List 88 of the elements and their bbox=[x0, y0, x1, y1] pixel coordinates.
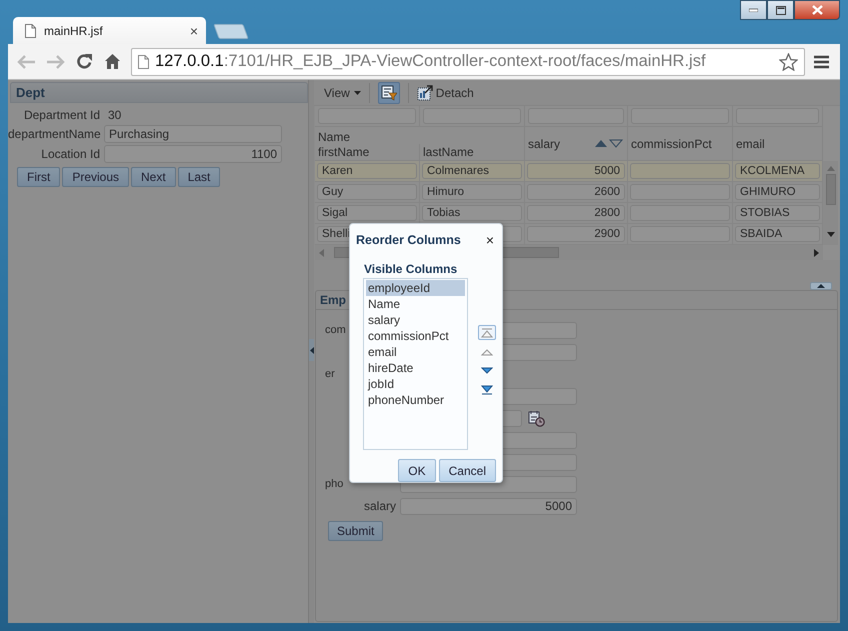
view-menu[interactable]: View bbox=[324, 86, 361, 100]
arrow-up-icon bbox=[817, 284, 825, 288]
nav-button[interactable]: Next bbox=[131, 167, 176, 187]
detach-button[interactable]: Detach bbox=[416, 84, 474, 100]
input-field[interactable]: Purchasing bbox=[104, 125, 282, 143]
list-item[interactable]: Name bbox=[366, 296, 465, 312]
cell-field[interactable]: Tobias bbox=[422, 205, 522, 221]
move-down-icon bbox=[481, 366, 493, 376]
cell-field[interactable]: 2900 bbox=[527, 226, 625, 242]
filter-toggle-button[interactable] bbox=[378, 82, 400, 104]
scroll-right-icon[interactable] bbox=[814, 248, 819, 256]
sort-arrows-icon[interactable] bbox=[594, 139, 624, 148]
nav-button[interactable]: Last bbox=[178, 167, 220, 187]
move-bottom-icon bbox=[481, 384, 493, 394]
star-icon[interactable] bbox=[779, 52, 798, 70]
close-button[interactable] bbox=[794, 0, 840, 20]
splitter-handle[interactable] bbox=[309, 339, 314, 361]
scroll-down-icon[interactable] bbox=[826, 232, 834, 237]
nav-button[interactable]: First bbox=[17, 167, 60, 187]
list-item[interactable]: commissionPct bbox=[366, 328, 465, 344]
field-value: 30 bbox=[107, 106, 122, 123]
cell-field[interactable]: SBAIDA bbox=[735, 226, 820, 242]
page-icon bbox=[138, 54, 149, 68]
panel-title: Emp bbox=[320, 293, 346, 307]
page-icon bbox=[25, 24, 36, 38]
close-icon bbox=[812, 5, 822, 15]
tab-title: mainHR.jsf bbox=[44, 24, 104, 38]
dialog-button[interactable]: OK bbox=[398, 459, 436, 482]
cell-field[interactable] bbox=[630, 163, 730, 179]
submit-button[interactable]: Submit bbox=[328, 521, 384, 541]
cell-field[interactable]: STOBIAS bbox=[735, 205, 820, 221]
field-label: com bbox=[325, 324, 346, 336]
panel-title: Dept bbox=[10, 82, 308, 103]
column-group-header: Name bbox=[315, 127, 525, 144]
dialog-button[interactable]: Cancel bbox=[438, 459, 496, 482]
input-field[interactable]: 5000 bbox=[400, 498, 577, 514]
field-label: Location Id bbox=[40, 147, 100, 161]
caret-icon bbox=[354, 90, 361, 94]
detach-icon bbox=[416, 84, 433, 100]
arrow-left-icon bbox=[310, 346, 314, 354]
tab-close-button[interactable]: × bbox=[190, 24, 198, 38]
input-field[interactable]: 1100 bbox=[104, 145, 282, 163]
maximize-icon bbox=[776, 6, 786, 14]
cell-field[interactable]: Himuro bbox=[422, 184, 522, 200]
new-tab-button[interactable] bbox=[213, 24, 249, 39]
scroll-up-icon[interactable] bbox=[826, 166, 834, 171]
browser-tab[interactable]: mainHR.jsf × bbox=[13, 17, 206, 44]
list-item[interactable]: email bbox=[366, 344, 465, 360]
cell-field[interactable]: 2800 bbox=[527, 205, 625, 221]
address-bar[interactable]: 127.0.0.1:7101/HR_EJB_JPA-ViewController-context-root/faces/mainHR.jsf bbox=[131, 48, 805, 76]
cell-field[interactable]: Guy bbox=[317, 184, 417, 200]
move-top-icon bbox=[481, 328, 493, 338]
list-item[interactable]: salary bbox=[366, 312, 465, 328]
list-item[interactable]: phoneNumber bbox=[366, 392, 465, 408]
cell-field[interactable]: 5000 bbox=[527, 163, 625, 179]
collapse-button[interactable] bbox=[810, 282, 832, 290]
field-label: er bbox=[325, 368, 335, 380]
url-text: 127.0.0.1:7101/HR_EJB_JPA-ViewController-context-root/faces/mainHR.jsf bbox=[155, 52, 707, 71]
list-item[interactable]: hireDate bbox=[366, 360, 465, 376]
list-item[interactable]: employeeId bbox=[366, 280, 465, 296]
calendar-clock-icon[interactable] bbox=[528, 410, 545, 426]
dialog-title: Reorder Columns bbox=[356, 233, 461, 247]
scroll-left-icon[interactable] bbox=[319, 248, 324, 256]
forward-icon[interactable] bbox=[46, 54, 65, 70]
field-label: pho bbox=[325, 478, 344, 490]
menu-icon[interactable] bbox=[814, 54, 829, 68]
list-label: Visible Columns bbox=[364, 262, 458, 278]
scrollbar-thumb[interactable] bbox=[826, 174, 836, 205]
list-item[interactable]: jobId bbox=[366, 376, 465, 392]
filter-icon bbox=[380, 84, 397, 100]
maximize-button[interactable] bbox=[767, 0, 794, 20]
field-label: Department Id bbox=[22, 108, 100, 122]
minimize-button[interactable] bbox=[740, 0, 767, 20]
cell-field[interactable]: GHIMURO bbox=[735, 184, 820, 200]
field-label: salary bbox=[364, 499, 396, 513]
reload-icon[interactable] bbox=[76, 53, 93, 70]
nav-button[interactable]: Previous bbox=[62, 167, 130, 187]
cell-field[interactable]: 2600 bbox=[527, 184, 625, 200]
home-icon[interactable] bbox=[104, 53, 121, 70]
move-up-icon bbox=[481, 346, 493, 356]
close-button[interactable]: × bbox=[486, 233, 494, 247]
cell-field[interactable]: Karen bbox=[317, 163, 417, 179]
field-label: departmentName bbox=[8, 127, 100, 141]
back-icon[interactable] bbox=[17, 54, 36, 70]
cell-field[interactable]: KCOLMENA bbox=[735, 163, 820, 179]
cell-field[interactable]: Sigal bbox=[317, 205, 417, 221]
minimize-icon bbox=[749, 8, 758, 12]
cell-field[interactable]: Colmenares bbox=[422, 163, 522, 179]
